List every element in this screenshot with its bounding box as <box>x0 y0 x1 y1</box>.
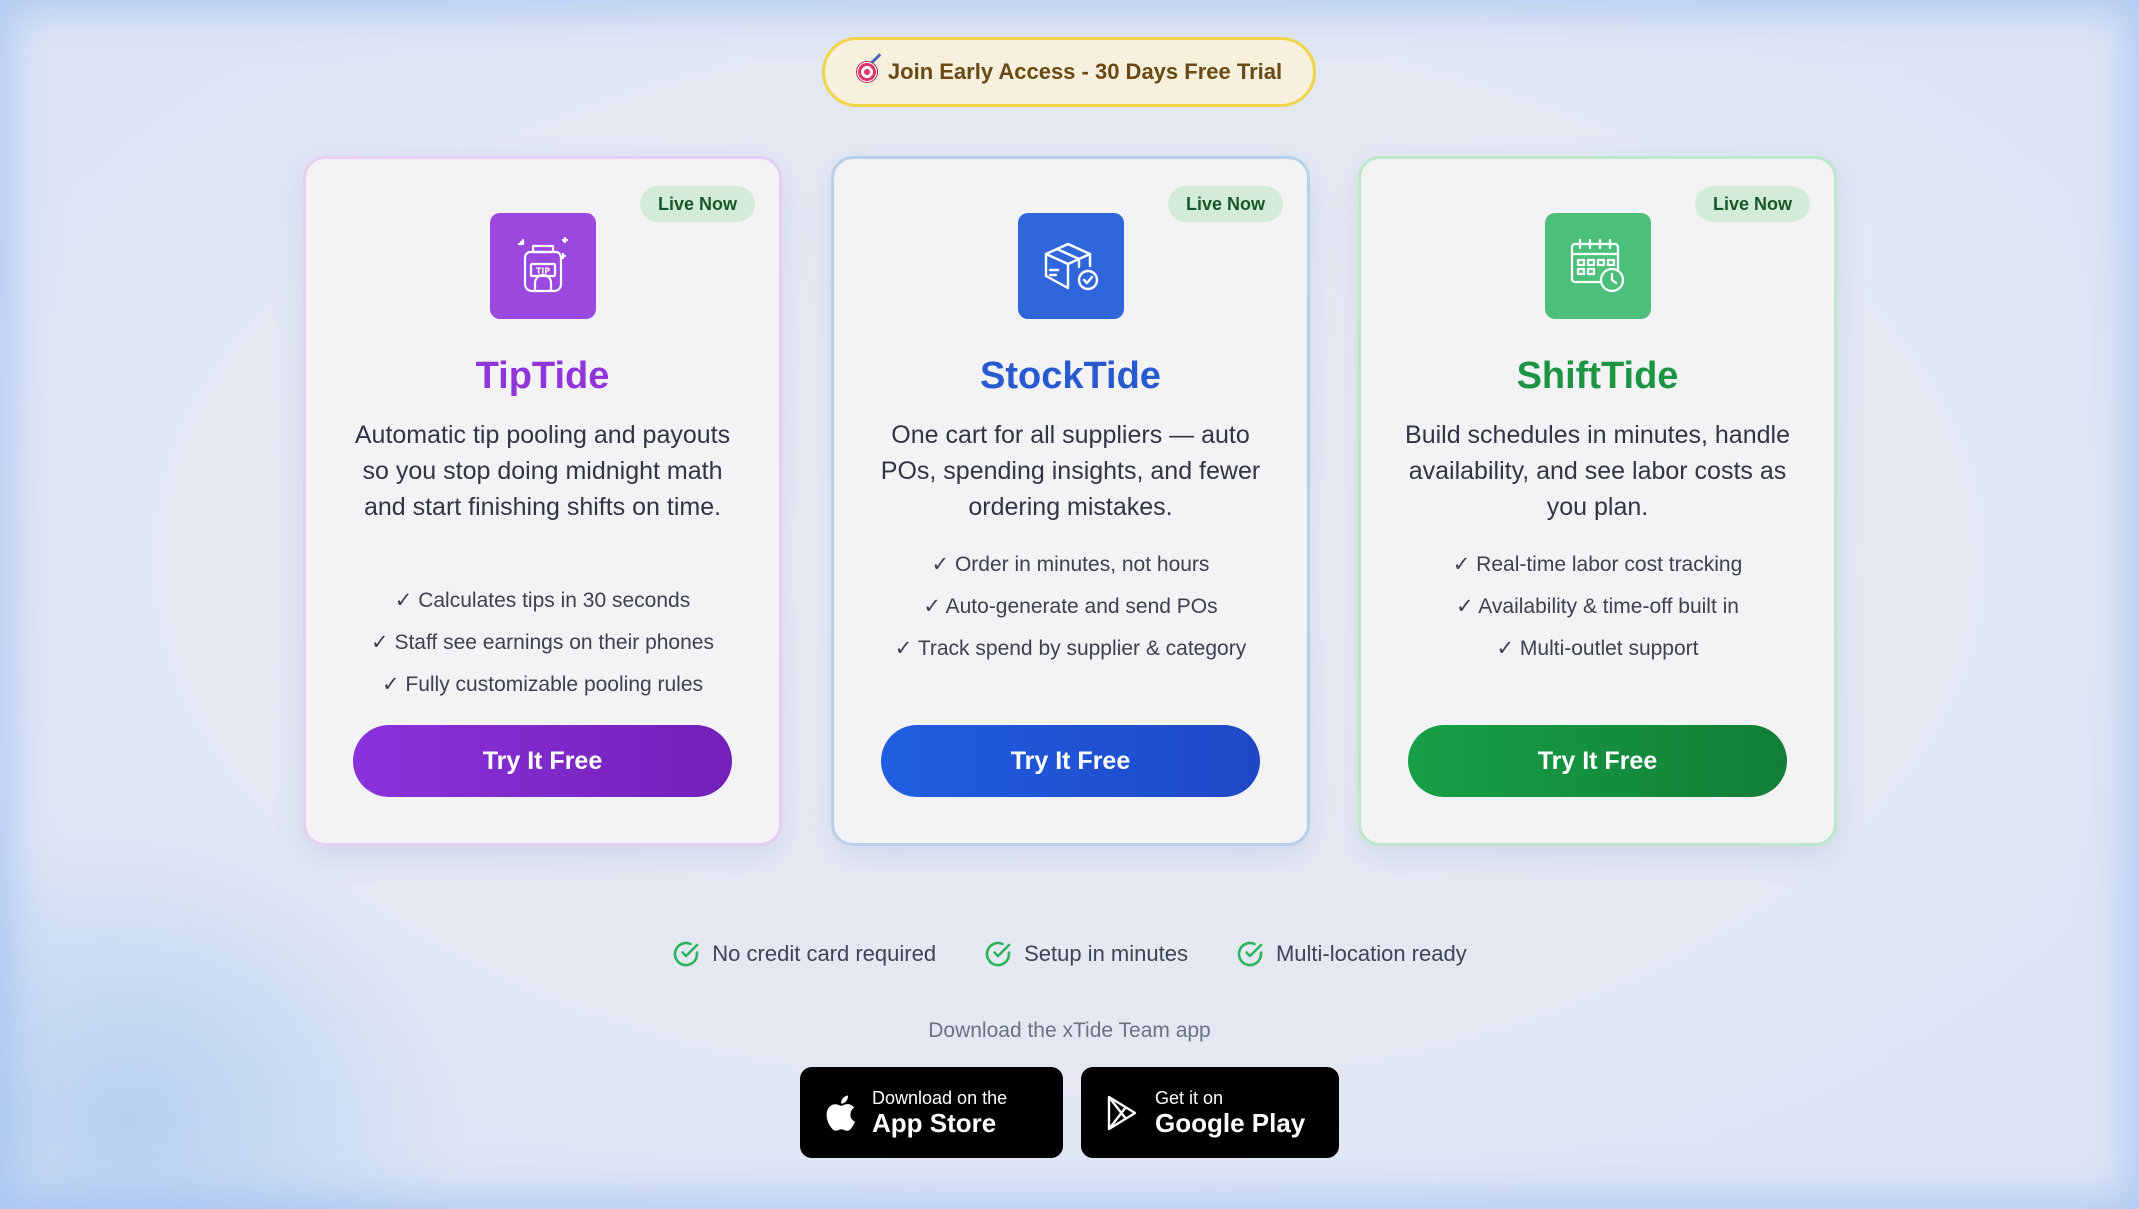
feature-item: ✓ Fully customizable pooling rules <box>381 673 704 696</box>
feature-item: ✓ Track spend by supplier & category <box>894 637 1247 660</box>
feature-list: ✓ Real-time labor cost tracking ✓ Availa… <box>1381 544 1814 670</box>
perk-label: Setup in minutes <box>1024 941 1188 966</box>
app-store-button[interactable]: Download on the App Store <box>800 1067 1063 1158</box>
shifttide-try-free-button[interactable]: Try It Free <box>1408 725 1787 797</box>
google-play-small-text: Get it on <box>1155 1087 1224 1108</box>
feature-item: ✓ Calculates tips in 30 seconds <box>394 589 691 612</box>
product-name: StockTide <box>980 355 1161 397</box>
box-check-icon <box>1017 213 1124 319</box>
check-circle-icon <box>985 941 1011 967</box>
check-circle-icon <box>1237 941 1263 967</box>
store-buttons: Download on the App Store Get it on Goog… <box>0 1067 2139 1158</box>
feature-item: ✓ Real-time labor cost tracking <box>1452 553 1743 576</box>
target-icon <box>855 61 878 83</box>
apple-icon <box>826 1095 855 1131</box>
check-circle-icon <box>674 941 699 967</box>
stocktide-card: Live Now StockTide One cart for all supp… <box>831 156 1310 846</box>
feature-item: ✓ Auto-generate and send POs <box>923 595 1218 618</box>
feature-list: ✓ Order in minutes, not hours ✓ Auto-gen… <box>854 544 1287 670</box>
live-now-badge: Live Now <box>1167 186 1283 222</box>
tiptide-card: Live Now TIP TipTide Automatic tip pooli… <box>303 156 782 846</box>
perk-item: No credit card required <box>672 940 936 968</box>
live-now-badge: Live Now <box>1694 186 1810 222</box>
perk-label: Multi-location ready <box>1275 941 1467 966</box>
feature-list: ✓ Calculates tips in 30 seconds ✓ Staff … <box>326 580 759 706</box>
product-name: ShiftTide <box>1516 355 1679 397</box>
early-access-text: Join Early Access - 30 Days Free Trial <box>887 59 1283 84</box>
google-play-big-text: Google Play <box>1155 1107 1306 1138</box>
feature-item: ✓ Order in minutes, not hours <box>931 553 1210 576</box>
product-description: One cart for all suppliers — auto POs, s… <box>880 421 1261 521</box>
download-label: Download the xTide Team app <box>928 1019 1211 1042</box>
shifttide-card: Live Now ShiftTide Build schedules in mi… <box>1358 156 1837 846</box>
google-play-icon <box>1107 1095 1137 1130</box>
product-description: Automatic tip pooling and payouts so you… <box>354 421 731 521</box>
stocktide-try-free-button[interactable]: Try It Free <box>881 725 1260 797</box>
feature-item: ✓ Staff see earnings on their phones <box>371 631 714 654</box>
product-name: TipTide <box>475 355 610 397</box>
product-description: Build schedules in minutes, handle avail… <box>1405 421 1790 521</box>
tiptide-try-free-button[interactable]: Try It Free <box>353 725 732 797</box>
perk-label: No credit card required <box>712 941 937 966</box>
google-play-button[interactable]: Get it on Google Play <box>1081 1067 1339 1158</box>
calendar-clock-icon <box>1544 213 1651 319</box>
feature-item: ✓ Availability & time-off built in <box>1456 595 1739 618</box>
perk-item: Setup in minutes <box>984 940 1188 968</box>
perks-row: No credit card required Setup in minutes… <box>0 940 2139 968</box>
tip-jar-icon: TIP <box>489 213 596 319</box>
early-access-banner[interactable]: Join Early Access - 30 Days Free Trial <box>822 37 1316 107</box>
live-now-badge: Live Now <box>639 186 755 222</box>
app-store-big-text: App Store <box>872 1107 997 1138</box>
perk-item: Multi-location ready <box>1236 940 1467 968</box>
feature-item: ✓ Multi-outlet support <box>1496 637 1699 660</box>
app-store-small-text: Download on the <box>872 1087 1008 1108</box>
